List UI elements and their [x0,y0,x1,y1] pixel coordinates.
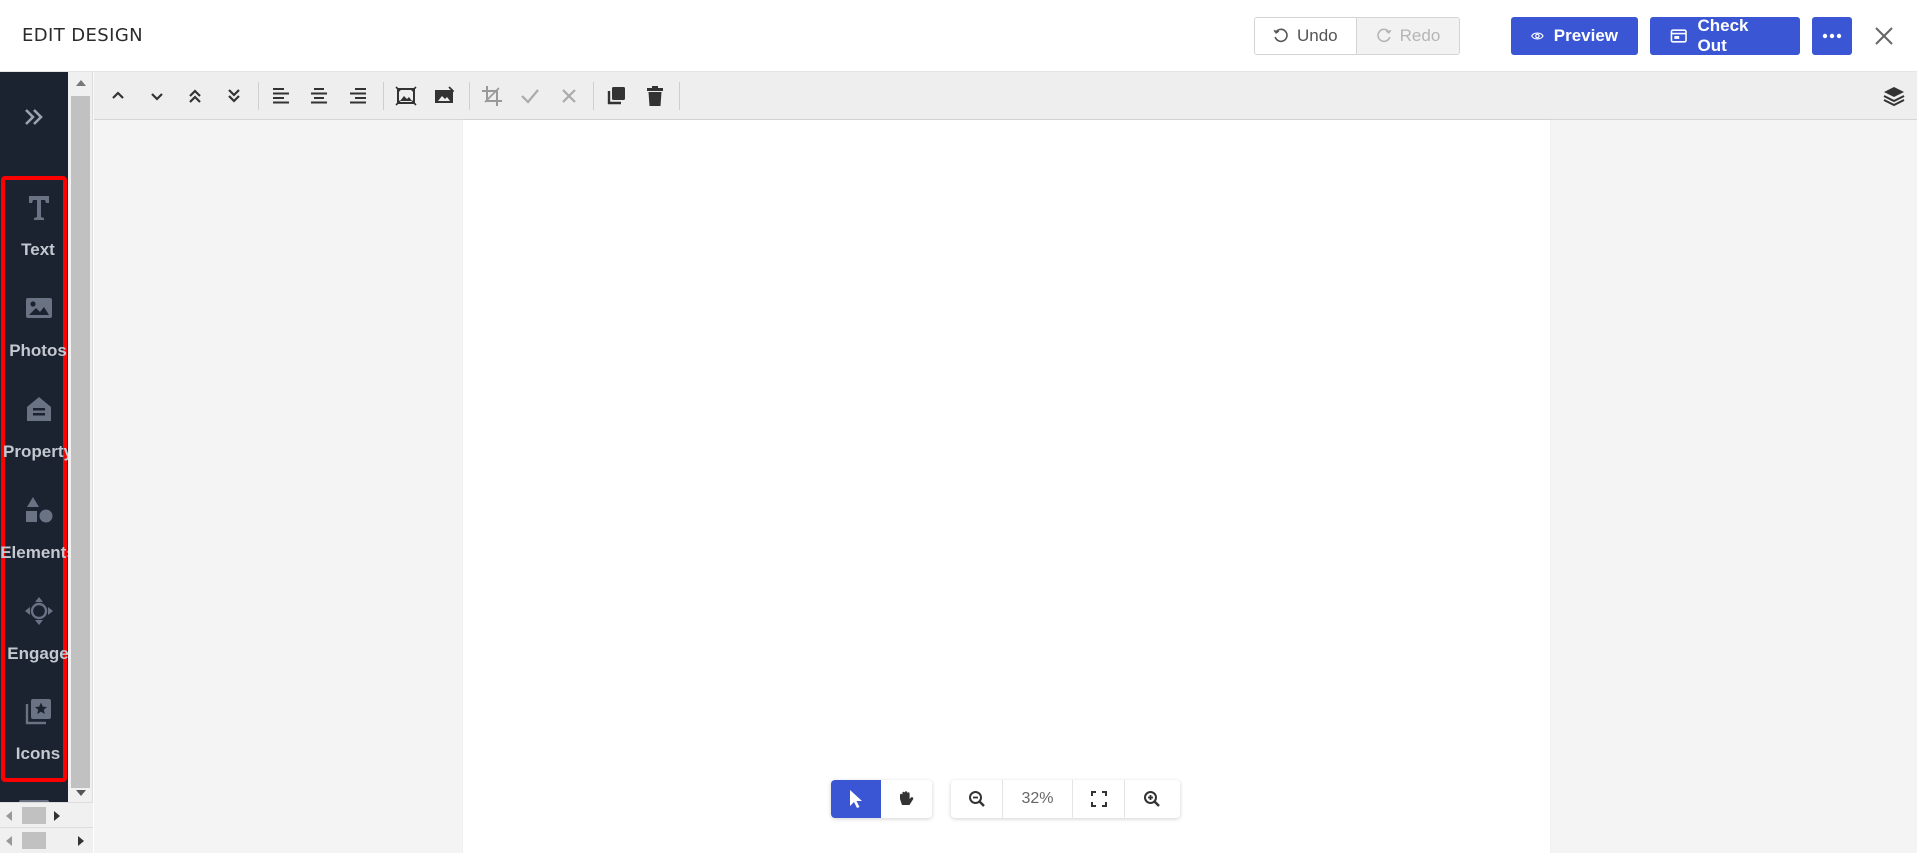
page-title: EDIT DESIGN [22,25,144,46]
bring-forward-icon[interactable] [106,84,130,108]
redo-icon [1376,28,1392,43]
expand-sidebar-icon[interactable] [19,102,49,132]
fullscreen-icon [1090,791,1107,807]
sidebar-item-engage[interactable]: Engage [5,588,71,688]
zoom-level-value: 32% [1003,780,1073,818]
horizontal-scrollbar[interactable] [0,827,93,853]
sidebar-item-property[interactable]: Property [3,386,73,486]
design-page[interactable] [463,120,1550,853]
scroll-right-arrow[interactable] [54,811,60,821]
confirm-check-icon[interactable] [518,84,542,108]
undo-icon [1273,28,1288,43]
more-dots-icon [1822,33,1842,39]
eye-icon [1531,32,1544,40]
sidebar-scrollbar[interactable] [68,72,93,802]
toolbar-divider [469,82,470,110]
pan-tool-button[interactable] [881,780,931,818]
preview-button[interactable]: Preview [1511,17,1638,55]
fit-image-icon[interactable] [394,84,418,108]
zoom-in-button[interactable] [1125,780,1178,818]
scrollbar-thumb[interactable] [71,96,90,788]
sidebar-item-text[interactable]: Text [5,184,71,284]
toolbar-divider [679,82,680,110]
cart-window-icon [1670,29,1687,43]
scroll-right-arrow[interactable] [78,836,84,846]
zoom-out-button[interactable] [951,780,1003,818]
more-options-button[interactable] [1812,17,1852,55]
undo-button[interactable]: Undo [1255,18,1356,54]
text-icon [29,196,49,220]
preview-label: Preview [1553,26,1618,45]
undo-redo-group: Undo Redo [1254,17,1461,55]
layers-icon[interactable] [1882,84,1906,108]
scrollbar-thumb[interactable] [22,807,46,824]
shapes-icon [26,497,53,523]
undo-label: Undo [1297,26,1338,45]
fill-image-icon[interactable] [432,84,456,108]
star-library-icon [25,699,51,725]
send-to-back-icon[interactable] [222,84,246,108]
move-icon [25,597,53,625]
select-tool-button[interactable] [831,780,881,818]
hand-icon [900,791,914,805]
scrollbar-thumb[interactable] [22,832,46,849]
cursor-icon [850,790,862,808]
cancel-x-icon[interactable] [557,84,581,108]
tools-sidebar: Text Photos Property Elements Engage Ico… [0,72,76,810]
duplicate-icon[interactable] [604,84,628,108]
zoom-controls: 32% [951,780,1180,818]
house-icon [27,397,51,421]
scroll-down-arrow[interactable] [76,790,86,796]
scroll-up-arrow[interactable] [76,80,86,86]
zoom-in-icon [1143,791,1160,807]
close-icon[interactable] [1870,22,1898,50]
align-left-icon[interactable] [269,84,293,108]
toolbar-divider [593,82,594,110]
checkout-label: Check Out [1697,16,1749,55]
fit-to-screen-button[interactable] [1073,780,1125,818]
trash-icon[interactable] [643,84,667,108]
image-icon [26,298,52,318]
align-right-icon[interactable] [346,84,370,108]
checkout-button[interactable]: Check Out [1650,16,1800,55]
top-header: EDIT DESIGN Undo Redo Preview Check Out [0,0,1917,72]
scroll-left-arrow[interactable] [6,811,12,821]
bring-to-front-icon[interactable] [183,84,207,108]
redo-button[interactable]: Redo [1355,18,1460,54]
redo-label: Redo [1399,26,1441,45]
sidebar-item-elements[interactable]: Elements [0,487,76,587]
edit-toolbar [94,72,1917,120]
crop-icon[interactable] [480,84,504,108]
sidebar-item-photos[interactable]: Photos [5,285,71,385]
send-backward-icon[interactable] [145,84,169,108]
toolbar-divider [258,82,259,110]
scroll-left-arrow[interactable] [6,836,12,846]
align-center-icon[interactable] [307,84,331,108]
zoom-out-icon [968,791,985,807]
tools-highlight-box: Text Photos Property Elements Engage Ico… [0,176,76,782]
toolbar-divider [383,82,384,110]
horizontal-scrollbar[interactable] [0,802,93,827]
interaction-mode-group [831,780,932,818]
sidebar-item-icons[interactable]: Icons [5,688,71,788]
